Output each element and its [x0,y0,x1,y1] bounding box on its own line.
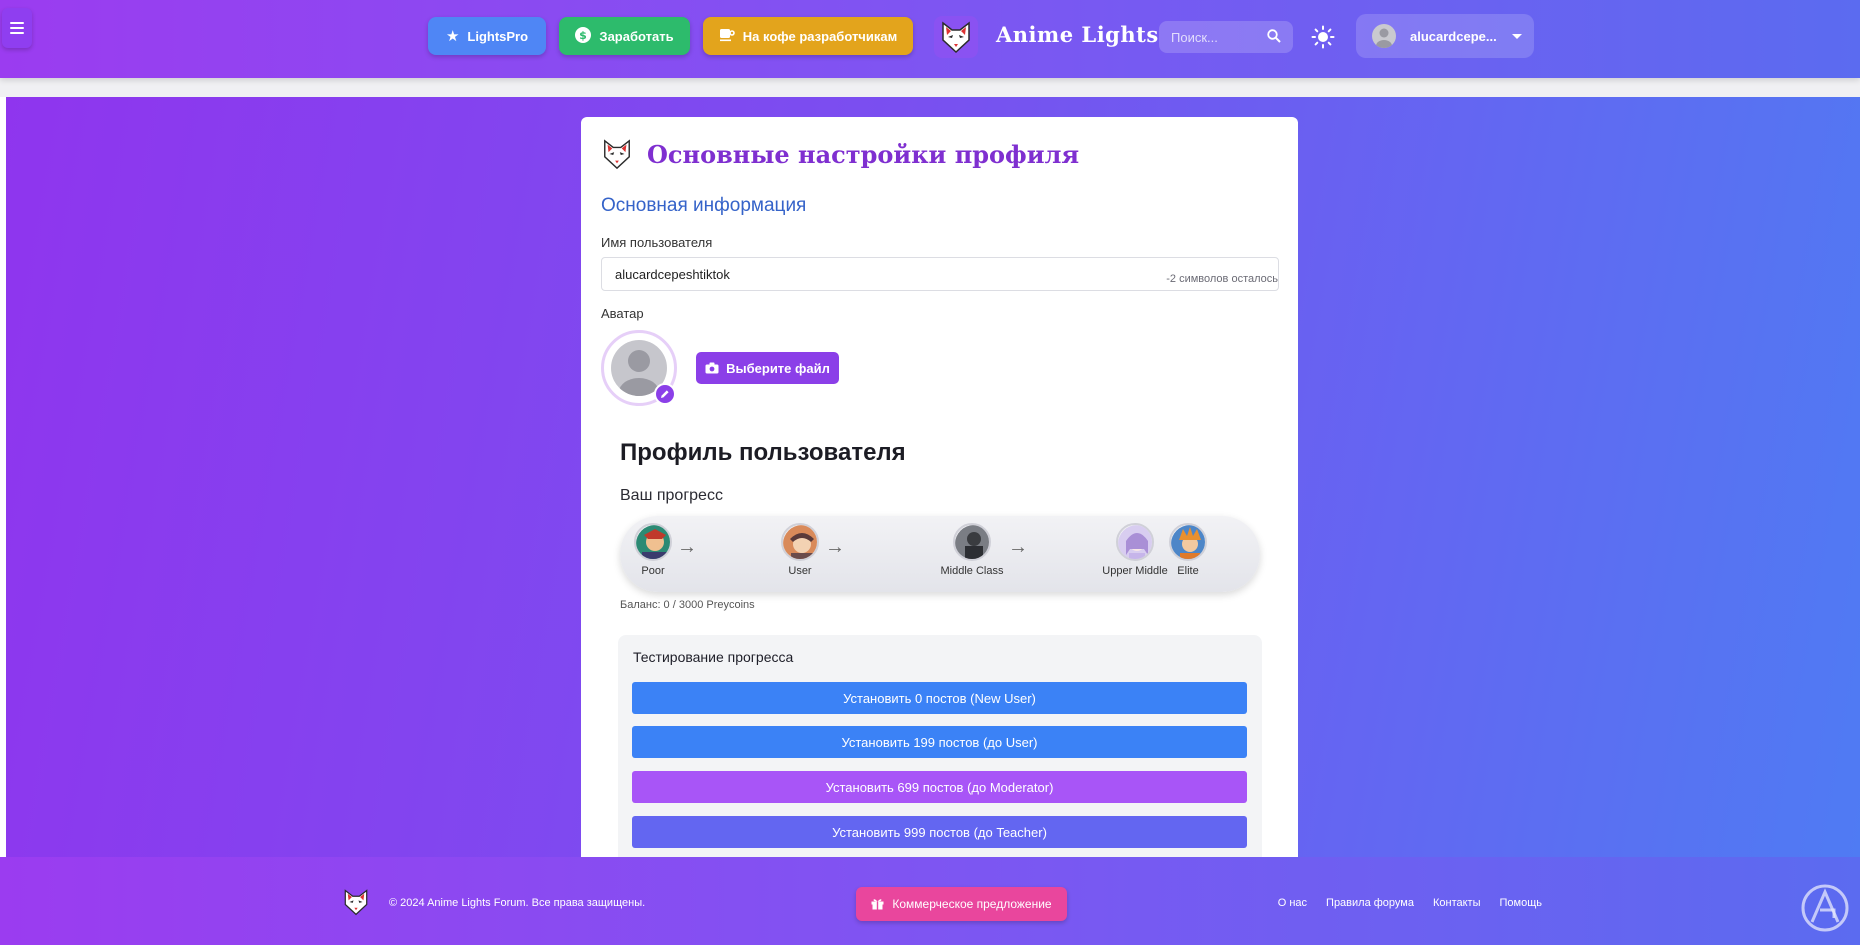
profile-settings-card: Основные настройки профиля Основная инфо… [581,117,1298,857]
search-input[interactable] [1171,29,1261,45]
fox-mask-icon [344,889,368,916]
fox-mask-icon [942,21,970,54]
rank-middle-class: Middle Class [932,523,1012,577]
user-avatar [1372,24,1396,48]
rank-label: Elite [1177,565,1199,577]
choose-file-label: Выберите файл [726,360,830,376]
rank-label: Middle Class [940,565,1004,577]
top-header: ★ LightsPro $ Заработать На кофе разрабо… [0,0,1860,78]
testing-title: Тестирование прогресса [633,649,794,665]
user-name: alucardcepe... [1410,28,1497,44]
card-header: Основные настройки профиля [601,137,1079,171]
footer-link-about[interactable]: О нас [1278,897,1307,909]
search-box [1159,21,1293,53]
dollar-icon: $ [575,26,592,46]
section-title: Основная информация [601,195,807,216]
chevron-down-icon [1512,33,1522,39]
star-icon: ★ [445,27,460,45]
hamburger-menu-icon [10,22,24,34]
theme-toggle-button[interactable] [1310,24,1336,50]
progress-title: Ваш прогресс [620,487,723,504]
balance-text: Баланс: 0 / 3000 Preycoins [620,599,755,611]
username-label: Имя пользователя [601,235,713,250]
rank-label: User [788,565,812,577]
arrow-right-icon: → [1008,536,1028,558]
svg-text:$: $ [580,29,588,42]
rank-progress-track: Poor → User → Middle Class → Upper Middl… [620,516,1260,592]
progress-testing-panel: Тестирование прогресса Установить 0 пост… [618,635,1262,857]
footer-link-help[interactable]: Помощь [1500,897,1543,909]
choose-file-button[interactable]: Выберите файл [696,352,839,384]
gift-icon [871,899,884,910]
page-title: Основные настройки профиля [647,139,1080,169]
brand-name[interactable]: Anime Lights [996,22,1159,47]
footer: © 2024 Anime Lights Forum. Все права защ… [0,857,1860,945]
chars-left-counter: -2 символов осталось [1166,273,1278,285]
fox-mask-icon [604,139,630,170]
rank-user-avatar [781,523,819,561]
footer-links: О нас Правила форума Контакты Помощь [1278,897,1542,909]
coffee-label: На кофе разработчикам [742,28,898,44]
coffee-button[interactable]: На кофе разработчикам [703,17,913,55]
coffee-icon [719,27,735,45]
sun-icon [1311,25,1335,49]
brand-logo[interactable] [934,16,978,58]
set-0-posts-button[interactable]: Установить 0 постов (New User) [632,682,1247,714]
rank-label: Poor [641,565,665,577]
set-999-posts-button[interactable]: Установить 999 постов (до Teacher) [632,816,1247,848]
footer-link-contacts[interactable]: Контакты [1433,897,1481,909]
commercial-offer-button[interactable]: Коммерческое предложение [856,887,1067,921]
arrow-right-icon: → [825,536,845,558]
rank-middle-class-avatar [953,523,991,561]
earn-button[interactable]: $ Заработать [559,17,690,55]
arrow-right-icon: → [677,536,697,558]
commercial-offer-label: Коммерческое предложение [892,897,1052,911]
rank-elite-avatar [1169,523,1207,561]
copyright-text: © 2024 Anime Lights Forum. Все права защ… [389,897,646,909]
avatar-label: Аватар [601,306,644,321]
lightspro-label: LightsPro [467,28,529,44]
rank-elite: Elite [1148,523,1228,577]
lightspro-button[interactable]: ★ LightsPro [428,17,546,55]
set-699-posts-button[interactable]: Установить 699 постов (до Moderator) [632,771,1247,803]
profile-title: Профиль пользователя [620,439,906,466]
search-icon[interactable] [1267,29,1281,43]
footer-link-rules[interactable]: Правила форума [1326,897,1414,909]
corner-logo-icon [1801,884,1849,932]
user-menu-dropdown[interactable]: alucardcepe... [1356,14,1534,58]
hamburger-menu-button[interactable] [2,8,32,48]
camera-icon [705,362,719,374]
set-199-posts-button[interactable]: Установить 199 постов (до User) [632,726,1247,758]
rank-poor-avatar [634,523,672,561]
earn-label: Заработать [599,28,674,44]
pencil-icon [661,390,669,398]
edit-avatar-button[interactable] [654,383,676,405]
